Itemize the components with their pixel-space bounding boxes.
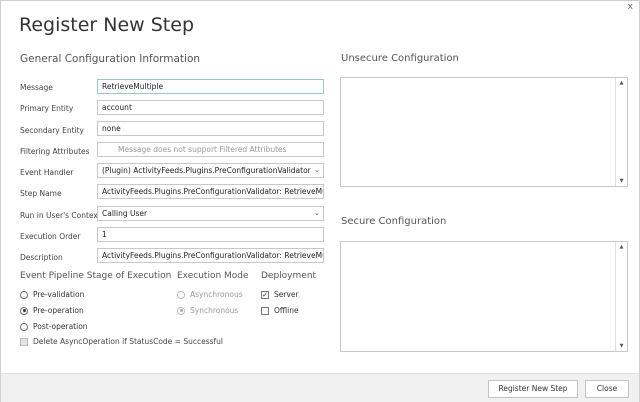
execution-mode-heading: Execution Mode [177,271,249,281]
checkbox-empty-icon [261,306,269,315]
check-icon: ✓ [261,290,269,299]
radio-synchronous[interactable]: Synchronous [177,306,238,315]
radio-pre-validation[interactable]: Pre-validation [20,290,84,299]
radio-button-icon [20,322,28,331]
unsecure-config-heading: Unsecure Configuration [341,53,459,64]
filtering-attributes-label: Filtering Attributes [20,147,90,156]
execution-order-value: 1 [102,230,107,239]
close-icon[interactable]: x [628,2,633,12]
step-name-label: Step Name [20,189,62,198]
secure-config-heading: Secure Configuration [341,216,447,227]
scroll-up-arrow-icon[interactable]: ▲ [616,80,627,86]
secondary-entity-value: none [102,124,121,133]
scroll-up-arrow-icon[interactable]: ▲ [616,244,627,250]
secure-config-textarea[interactable]: ▲ ▼ [340,241,628,352]
primary-entity-value: account [102,103,132,112]
execution-order-input[interactable]: 1 [97,227,324,242]
description-value: ActivityFeeds.Plugins.PreConfigurationVa… [102,251,323,260]
pre-operation-label: Pre-operation [33,306,84,315]
chevron-down-icon: ⌄ [314,166,320,174]
run-context-value: Calling User [102,209,148,218]
general-config-heading: General Configuration Information [20,53,201,65]
step-name-value: ActivityFeeds.Plugins.PreConfigurationVa… [102,187,323,196]
server-label: Server [274,290,299,299]
radio-post-operation[interactable]: Post-operation [20,322,88,331]
event-handler-select[interactable]: (Plugin) ActivityFeeds.Plugins.PreConfig… [97,163,324,178]
run-context-label: Run in User's Context [20,211,101,220]
chevron-down-icon: ⌄ [314,209,320,217]
synchronous-label: Synchronous [190,306,239,315]
message-label: Message [20,83,53,92]
primary-entity-label: Primary Entity [20,104,74,113]
primary-entity-input[interactable]: account [97,100,324,115]
register-new-step-button[interactable]: Register New Step [488,380,578,398]
close-button[interactable]: Close [585,380,629,398]
description-input[interactable]: ActivityFeeds.Plugins.PreConfigurationVa… [97,248,324,263]
filtering-attributes-placeholder: Message does not support Filtered Attrib… [118,145,287,154]
register-step-dialog: x Register New Step General Configuratio… [0,0,640,402]
run-context-select[interactable]: Calling User ⌄ [97,206,324,221]
pipeline-stage-heading: Event Pipeline Stage of Execution [20,271,172,281]
filtering-attributes-input[interactable]: Message does not support Filtered Attrib… [97,142,324,157]
radio-button-selected-icon [177,306,185,315]
secondary-entity-input[interactable]: none [97,121,324,136]
radio-pre-operation[interactable]: Pre-operation [20,306,84,315]
dialog-title: Register New Step [19,14,195,36]
asynchronous-label: Asynchronous [190,290,243,299]
radio-button-selected-icon [20,306,28,315]
offline-label: Offline [274,306,299,315]
scroll-down-arrow-icon[interactable]: ▼ [616,178,627,184]
unsecure-config-textarea[interactable]: ▲ ▼ [340,77,628,187]
offline-checkbox[interactable]: Offline [261,306,299,315]
dialog-footer: Register New Step Close [1,373,639,402]
scrollbar[interactable]: ▲ ▼ [615,78,627,186]
pre-validation-label: Pre-validation [33,290,85,299]
scroll-down-arrow-icon[interactable]: ▼ [616,343,627,349]
step-name-input[interactable]: ActivityFeeds.Plugins.PreConfigurationVa… [97,184,324,199]
checkbox-disabled-icon [20,337,28,346]
radio-asynchronous[interactable]: Asynchronous [177,290,243,299]
post-operation-label: Post-operation [33,322,88,331]
scrollbar[interactable]: ▲ ▼ [615,242,627,351]
message-input[interactable]: RetrieveMultiple [97,79,324,94]
event-handler-label: Event Handler [20,168,74,177]
event-handler-value: (Plugin) ActivityFeeds.Plugins.PreConfig… [102,166,311,175]
message-value: RetrieveMultiple [102,82,164,91]
radio-button-icon [20,290,28,299]
server-checkbox[interactable]: ✓ Server [261,290,299,299]
delete-async-checkbox[interactable]: Delete AsyncOperation if StatusCode = Su… [20,337,223,346]
radio-button-icon [177,290,185,299]
secondary-entity-label: Secondary Entity [20,126,84,135]
execution-order-label: Execution Order [20,232,81,241]
deployment-heading: Deployment [261,271,317,281]
delete-async-label: Delete AsyncOperation if StatusCode = Su… [33,337,224,346]
description-label: Description [20,253,63,262]
